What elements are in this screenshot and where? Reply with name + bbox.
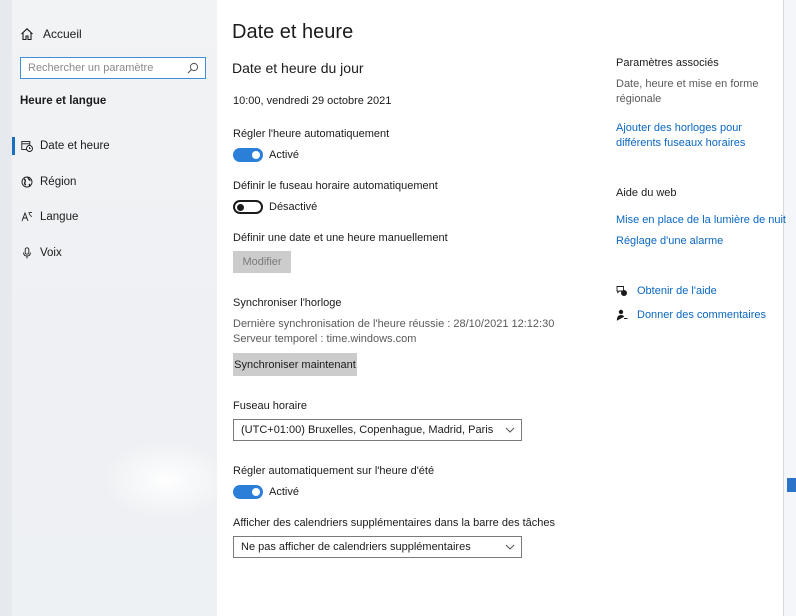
modify-button[interactable]: Modifier xyxy=(233,251,291,273)
related-settings-title: Paramètres associés xyxy=(616,57,719,69)
feedback-link[interactable]: Donner des commentaires xyxy=(637,309,766,321)
related-desc-line2: régionale xyxy=(616,93,662,105)
dst-label: Régler automatiquement sur l'heure d'été xyxy=(233,465,435,477)
manual-datetime-label: Définir une date et une heure manuelleme… xyxy=(233,232,448,244)
main-content: Date et heure Date et heure du jour 10:0… xyxy=(217,0,783,616)
help-chat-icon xyxy=(616,286,627,296)
last-sync-text: Dernière synchronisation de l'heure réus… xyxy=(233,318,555,330)
sidebar-item-date-time[interactable]: Date et heure xyxy=(12,135,217,157)
add-clocks-link[interactable]: Ajouter des horloges pour xyxy=(616,122,742,134)
night-light-link[interactable]: Mise en place de la lumière de nuit xyxy=(616,214,786,226)
get-help-link[interactable]: Obtenir de l'aide xyxy=(637,285,717,297)
feedback-icon xyxy=(616,309,628,321)
auto-timezone-label: Définir le fuseau horaire automatiquemen… xyxy=(233,180,438,192)
language-icon xyxy=(21,211,33,222)
time-server-text: Serveur temporel : time.windows.com xyxy=(233,333,417,345)
window-right-edge xyxy=(783,0,796,616)
window-edge-accent xyxy=(787,478,796,492)
dst-toggle[interactable] xyxy=(233,485,263,499)
alarm-link[interactable]: Réglage d'une alarme xyxy=(616,235,723,247)
sidebar-item-region[interactable]: Région xyxy=(12,171,217,193)
timezone-label: Fuseau horaire xyxy=(233,400,307,412)
dst-state: Activé xyxy=(269,486,299,498)
sidebar-item-label: Région xyxy=(40,176,77,188)
auto-time-toggle[interactable] xyxy=(233,148,263,162)
section-title: Date et heure du jour xyxy=(232,60,364,76)
timezone-select[interactable]: (UTC+01:00) Bruxelles, Copenhague, Madri… xyxy=(233,419,522,441)
sync-title: Synchroniser l'horloge xyxy=(233,297,342,309)
auto-timezone-state: Désactivé xyxy=(269,201,318,213)
sidebar: Accueil Heure et langue Date et heure Ré… xyxy=(12,0,232,616)
auto-time-label: Régler l'heure automatiquement xyxy=(233,128,390,140)
selected-indicator xyxy=(12,137,15,155)
sync-now-button[interactable]: Synchroniser maintenant xyxy=(233,353,357,376)
nav-home[interactable]: Accueil xyxy=(20,24,82,44)
auto-timezone-toggle[interactable] xyxy=(233,200,263,214)
current-datetime: 10:00, vendredi 29 octobre 2021 xyxy=(233,95,392,107)
chevron-down-icon xyxy=(505,544,515,550)
calendar-clock-icon xyxy=(21,141,33,152)
sidebar-section-title: Heure et langue xyxy=(20,95,107,107)
calendars-label: Afficher des calendriers supplémentaires… xyxy=(233,517,556,529)
globe-icon xyxy=(21,176,33,188)
home-icon xyxy=(21,28,33,41)
sidebar-item-voice[interactable]: Voix xyxy=(12,242,217,264)
calendars-select[interactable]: Ne pas afficher de calendriers supplémen… xyxy=(233,536,522,558)
search-box[interactable] xyxy=(20,57,206,79)
auto-time-state: Activé xyxy=(269,149,299,161)
search-input[interactable] xyxy=(21,59,187,77)
microphone-icon xyxy=(23,247,31,259)
add-clocks-link-line2[interactable]: différents fuseaux horaires xyxy=(616,137,745,149)
sidebar-item-language[interactable]: Langue xyxy=(12,206,217,228)
sidebar-item-label: Voix xyxy=(40,247,62,259)
timezone-value: (UTC+01:00) Bruxelles, Copenhague, Madri… xyxy=(241,424,494,436)
page-title: Date et heure xyxy=(232,21,354,43)
sidebar-item-label: Date et heure xyxy=(40,140,110,152)
sidebar-item-label: Langue xyxy=(40,211,79,223)
calendars-value: Ne pas afficher de calendriers supplémen… xyxy=(241,541,471,553)
nav-home-label: Accueil xyxy=(43,27,82,41)
related-desc-line1: Date, heure et mise en forme xyxy=(616,78,759,90)
chevron-down-icon xyxy=(505,427,515,433)
window-left-edge xyxy=(0,0,12,616)
web-help-title: Aide du web xyxy=(616,187,677,199)
search-icon[interactable] xyxy=(187,62,199,74)
